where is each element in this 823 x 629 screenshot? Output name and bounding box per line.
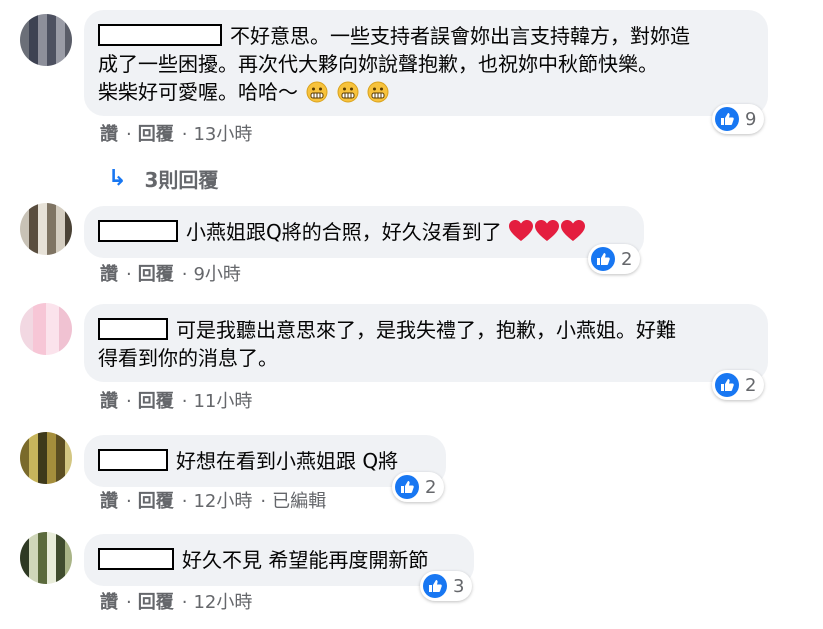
- timestamp[interactable]: 12小時: [193, 491, 252, 512]
- like-button[interactable]: 讚: [100, 391, 118, 412]
- timestamp[interactable]: 9小時: [193, 264, 240, 285]
- reaction-count[interactable]: 2: [712, 370, 765, 400]
- reply-button[interactable]: 回覆: [138, 592, 174, 613]
- comment-actions: 讚 · 回覆 · 13小時: [100, 124, 253, 145]
- like-icon: [423, 574, 447, 598]
- heart-icon: [509, 220, 534, 241]
- redacted-name: [98, 318, 168, 340]
- grimace-emoji-icon: [367, 81, 389, 103]
- comment-text-line: 成了一些困擾。再次代大夥向妳說聲抱歉，也祝妳中秋節快樂。: [98, 52, 658, 76]
- reaction-count[interactable]: 3: [420, 571, 473, 601]
- comment-bubble: 小燕姐跟Q將的合照，好久沒看到了: [84, 206, 644, 258]
- like-icon: [591, 247, 615, 271]
- like-icon: [715, 373, 739, 397]
- timestamp[interactable]: 12小時: [193, 592, 252, 613]
- timestamp[interactable]: 13小時: [193, 124, 252, 145]
- like-button[interactable]: 讚: [100, 264, 118, 285]
- comment-text-line: 柴柴好可愛喔。哈哈～: [98, 80, 298, 104]
- heart-icon: [535, 220, 560, 241]
- comment-actions: 讚 · 回覆 · 12小時 · 已編輯: [100, 491, 327, 512]
- edited-label: 已編輯: [272, 491, 327, 512]
- reaction-count-value: 3: [453, 575, 465, 597]
- reply-button[interactable]: 回覆: [138, 491, 174, 512]
- avatar[interactable]: [20, 532, 72, 584]
- avatar[interactable]: [20, 432, 72, 484]
- redacted-name: [98, 24, 222, 46]
- comment-bubble: 好想在看到小燕姐跟 Q將: [84, 435, 446, 487]
- comment-bubble: 好久不見 希望能再度開新節: [84, 534, 474, 586]
- timestamp[interactable]: 11小時: [193, 391, 252, 412]
- reaction-count[interactable]: 9: [712, 104, 765, 134]
- redacted-name: [98, 548, 174, 570]
- like-button[interactable]: 讚: [100, 124, 118, 145]
- comment-text-line: 得看到你的消息了。: [98, 346, 278, 370]
- like-button[interactable]: 讚: [100, 491, 118, 512]
- reaction-count-value: 2: [745, 374, 757, 396]
- reaction-count[interactable]: 2: [392, 472, 445, 502]
- comment-actions: 讚 · 回覆 · 11小時: [100, 391, 253, 412]
- like-icon: [715, 107, 739, 131]
- reaction-count-value: 2: [425, 476, 437, 498]
- like-button[interactable]: 讚: [100, 592, 118, 613]
- comment-bubble: 不好意思。一些支持者誤會妳出言支持韓方，對妳造 成了一些困擾。再次代大夥向妳說聲…: [84, 10, 768, 116]
- comment-bubble: 可是我聽出意思來了，是我失禮了，抱歉，小燕姐。好難 得看到你的消息了。: [84, 304, 768, 382]
- heart-icon: [561, 220, 586, 241]
- reaction-count-value: 9: [745, 108, 757, 130]
- redacted-name: [98, 449, 168, 471]
- avatar[interactable]: [20, 203, 72, 255]
- view-replies-label: 3則回覆: [144, 168, 219, 192]
- comment-actions: 讚 · 回覆 · 12小時: [100, 592, 253, 613]
- avatar[interactable]: [20, 14, 72, 66]
- reaction-count[interactable]: 2: [588, 244, 641, 274]
- reply-button[interactable]: 回覆: [138, 264, 174, 285]
- view-replies-link[interactable]: ↳ 3則回覆: [108, 164, 218, 193]
- reply-button[interactable]: 回覆: [138, 391, 174, 412]
- comment-text: 小燕姐跟Q將的合照，好久沒看到了: [186, 220, 502, 244]
- comment-text-line: 不好意思。一些支持者誤會妳出言支持韓方，對妳造: [230, 24, 690, 48]
- like-icon: [395, 475, 419, 499]
- comment-actions: 讚 · 回覆 · 9小時: [100, 264, 241, 285]
- reply-button[interactable]: 回覆: [138, 124, 174, 145]
- avatar[interactable]: [20, 303, 72, 355]
- comment-text: 好想在看到小燕姐跟 Q將: [176, 449, 399, 473]
- redacted-name: [98, 220, 178, 242]
- comment-text: 好久不見 希望能再度開新節: [182, 548, 429, 572]
- grimace-emoji-icon: [306, 81, 328, 103]
- comment-text-line: 可是我聽出意思來了，是我失禮了，抱歉，小燕姐。好難: [176, 318, 676, 342]
- reaction-count-value: 2: [621, 248, 633, 270]
- reply-arrow-icon: ↳: [108, 166, 127, 191]
- grimace-emoji-icon: [337, 81, 359, 103]
